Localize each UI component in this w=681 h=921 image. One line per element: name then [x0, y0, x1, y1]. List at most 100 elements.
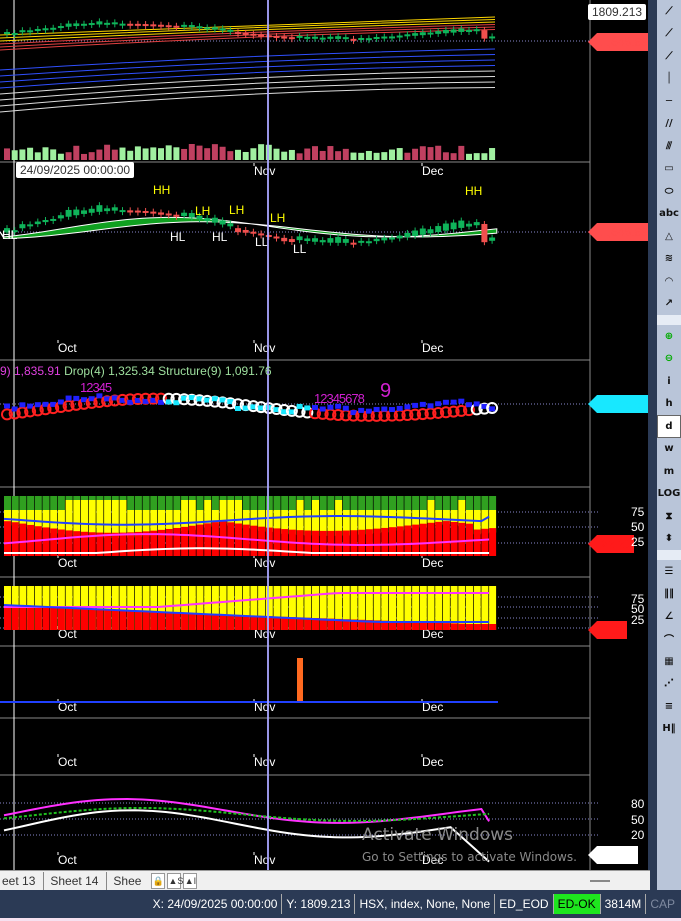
pane4-red-bar [165, 528, 173, 556]
tool-vertical-line-icon[interactable]: │ [657, 68, 681, 91]
tool-i-icon[interactable]: i [657, 370, 681, 393]
tool-horizontal-line-icon[interactable]: ─ [657, 90, 681, 113]
tool-regression-icon[interactable]: ≡ [657, 695, 681, 718]
volume-bar [296, 153, 303, 160]
swing-candle [373, 238, 380, 242]
tool-h-icon[interactable]: h [657, 393, 681, 416]
sheet-tab-13[interactable]: eet 13 [0, 871, 45, 890]
tool-rectangle-icon[interactable]: ▭ [657, 158, 681, 181]
tool-arc-icon[interactable]: ◠ [657, 270, 681, 293]
tool-cursor-icon[interactable]: ⊖ [657, 348, 681, 371]
tool-w-icon[interactable]: w [657, 438, 681, 461]
pane4-green-bar [312, 496, 319, 500]
cursor-date-tooltip: 24/09/2025 00:00:00 [16, 162, 135, 178]
price-candle [404, 34, 411, 37]
tool-triangle-icon[interactable]: △ [657, 225, 681, 248]
tool-ellipse-icon[interactable]: ⬭ [657, 180, 681, 203]
swing-label-hl: HL [212, 230, 228, 244]
pane4-level-25: 25 [631, 535, 645, 549]
price-candle [219, 28, 226, 31]
volume-bar [57, 153, 64, 160]
price-candle [19, 30, 26, 33]
chart-canvas[interactable]: OctNovDecOctNovDecOctNovDecOctNovDecOctN… [0, 0, 650, 870]
pane4-green-bar [42, 496, 50, 510]
tool-arcs-icon[interactable]: ⌒ [657, 628, 681, 651]
pane4-green-bar [404, 496, 412, 510]
pane4-yellow-bar [235, 500, 242, 527]
price-candle [358, 37, 365, 40]
tool-m-icon[interactable]: m [657, 460, 681, 483]
month-label-nov: Nov [254, 755, 275, 769]
volume-bar [450, 153, 457, 160]
tool-shrink-icon[interactable]: ⧗ [657, 505, 681, 528]
tool-hlines-icon[interactable]: H‖ [657, 718, 681, 741]
price-candle [134, 23, 141, 26]
chart-area[interactable]: OctNovDecOctNovDecOctNovDecOctNovDecOctN… [0, 0, 651, 870]
pane5-red-bar [481, 624, 489, 630]
pane4-red-bar [404, 525, 412, 556]
sheet-button-i[interactable]: ▲I [183, 872, 198, 889]
volume-bar [481, 153, 488, 160]
swing-candle [319, 240, 326, 243]
swing-label-hh: HH [153, 183, 170, 197]
tool-extended-line-icon[interactable]: ⟋ [657, 45, 681, 68]
pane4-green-bar [466, 496, 473, 510]
tool-zigzag-icon[interactable]: ≋ [657, 248, 681, 271]
pane4-red-bar [119, 532, 127, 556]
tool-cycles-icon[interactable]: ‖‖ [657, 583, 681, 606]
pane4-green-bar [158, 496, 165, 510]
sheet-tab-14[interactable]: Sheet 14 [44, 871, 108, 890]
price-candle [96, 21, 103, 25]
pane4-green-bar [304, 496, 312, 510]
price-candle [412, 33, 419, 36]
volume-bar [50, 149, 57, 160]
sheet-tab-15[interactable]: Shee [107, 872, 149, 890]
swing-candle [165, 213, 172, 216]
tool-lines-icon[interactable]: ☰ [657, 560, 681, 583]
tool-crosshair-icon[interactable]: ⊕ [657, 325, 681, 348]
volume-bar [119, 147, 126, 160]
tool-pitchfork-icon[interactable]: ⫻ [657, 135, 681, 158]
tool-expand-icon[interactable]: ⬍ [657, 528, 681, 551]
setup-bar [4, 403, 10, 409]
volume-bar [150, 147, 157, 160]
price-candle [342, 37, 349, 40]
sheet-button-s[interactable]: ▲S [167, 872, 183, 889]
price-candle [235, 32, 241, 35]
volume-bar [104, 144, 111, 160]
tool-ray-icon[interactable]: ⟋ [657, 23, 681, 46]
tool-log-icon[interactable]: LOG [657, 483, 681, 506]
tool-parallel-icon[interactable]: // [657, 113, 681, 136]
swing-candle [111, 207, 118, 211]
tool-trendline-icon[interactable]: ⟋ [657, 0, 681, 23]
tool-speedlines-icon[interactable]: ⋰ [657, 673, 681, 696]
tool-grid-icon[interactable]: ▦ [657, 650, 681, 673]
price-candle [150, 24, 157, 27]
pane5-red-bar [158, 612, 165, 630]
pane5-red-bar [65, 608, 73, 630]
price-candle [88, 23, 95, 26]
swing-candle [57, 215, 64, 219]
pane4-green-bar [150, 496, 158, 510]
pane5-red-bar [134, 611, 142, 630]
pane5-red-bar [81, 609, 88, 630]
tool-abc-icon[interactable]: abc [657, 203, 681, 226]
swing-candle [412, 230, 419, 237]
pane5-red-bar [4, 606, 11, 630]
status-y: Y: 1809.213 [281, 894, 354, 914]
volume-bar [473, 153, 480, 160]
pane5-red-bar [412, 621, 420, 630]
swing-candle [296, 236, 303, 241]
pane5-red-bar [489, 624, 497, 630]
lock-icon[interactable]: 🔒 [151, 872, 166, 889]
status-memory: 3814M [599, 894, 646, 914]
price-candle [42, 28, 49, 31]
tool-fan-icon[interactable]: ∠ [657, 605, 681, 628]
scroll-handle[interactable] [590, 879, 610, 882]
tool-d-icon[interactable]: d [657, 415, 681, 438]
volume-bar [427, 147, 434, 160]
tool-arrow-icon[interactable]: ↗ [657, 293, 681, 316]
swing-candle [81, 210, 87, 214]
setup-bar [396, 405, 403, 411]
swing-candle [358, 240, 365, 243]
